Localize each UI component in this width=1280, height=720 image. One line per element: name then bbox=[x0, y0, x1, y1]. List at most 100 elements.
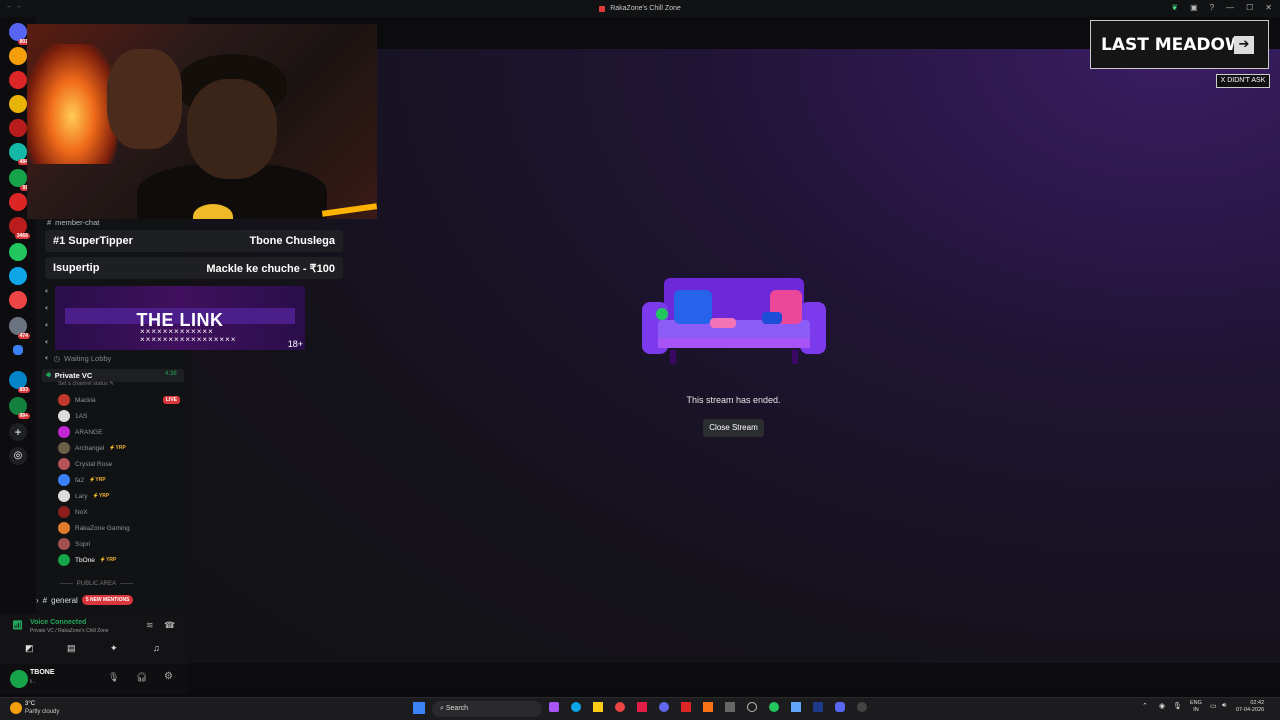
close-window-button[interactable]: ✕ bbox=[1265, 3, 1272, 12]
close-stream-button[interactable]: Close Stream bbox=[703, 419, 764, 437]
voice-member[interactable]: Lary ⚡YRP bbox=[58, 490, 180, 502]
server-icon[interactable] bbox=[9, 71, 27, 89]
settings-icon[interactable] bbox=[747, 702, 757, 712]
mic-icon[interactable]: 🎙︎ bbox=[108, 672, 119, 683]
divider: ─── bbox=[120, 581, 133, 587]
inbox-icon[interactable]: ▣ bbox=[1190, 3, 1198, 12]
age-badge: 18+ bbox=[287, 339, 303, 349]
language-indicator[interactable]: ENG IN bbox=[1190, 700, 1202, 714]
discord-icon[interactable] bbox=[835, 702, 845, 712]
direct-messages-icon[interactable]: 801 bbox=[9, 23, 30, 45]
mic-tray-icon[interactable]: 🎙︎ bbox=[1173, 702, 1182, 710]
mentions-badge[interactable]: 5 NEW MENTIONS bbox=[81, 595, 134, 605]
back-icon[interactable]: ← → bbox=[6, 3, 22, 10]
dismiss-ad-button[interactable]: X DIDN'T ASK bbox=[1216, 74, 1270, 88]
app-icon[interactable] bbox=[791, 702, 801, 712]
server-icon[interactable] bbox=[9, 193, 27, 211]
server-icon[interactable] bbox=[9, 291, 27, 309]
voice-member[interactable]: Archangel ⚡YRP bbox=[58, 442, 180, 454]
edge-icon[interactable] bbox=[571, 702, 581, 712]
voice-member[interactable]: fa2 ⚡YRP bbox=[58, 474, 180, 486]
member-name: Sopri bbox=[75, 540, 91, 548]
chrome-icon[interactable] bbox=[615, 702, 625, 712]
activities-icon[interactable]: ✦ bbox=[110, 643, 118, 654]
hash-icon: # bbox=[42, 595, 48, 605]
app-icon[interactable] bbox=[857, 702, 867, 712]
sofa-front bbox=[658, 338, 810, 348]
voice-channel[interactable]: 🔈︎ bbox=[45, 303, 50, 313]
settings-gear-icon[interactable]: ⚙ bbox=[164, 671, 173, 682]
taskbar-search[interactable]: ⌕ Search bbox=[432, 701, 542, 717]
voice-channel[interactable]: 🔈︎ bbox=[45, 320, 50, 330]
file-explorer-icon[interactable] bbox=[593, 702, 603, 712]
server-icon[interactable]: 484 bbox=[9, 143, 30, 165]
add-server-icon[interactable]: + bbox=[9, 423, 27, 441]
server-icon[interactable]: 893 bbox=[9, 371, 30, 393]
user-status: li... bbox=[30, 679, 37, 685]
noise-suppression-icon[interactable]: ≋ bbox=[146, 620, 154, 631]
server-icon[interactable]: 91 bbox=[9, 169, 30, 191]
channel-waiting-lobby[interactable]: 🔈︎ ◷ Waiting Lobby bbox=[45, 353, 111, 363]
windows-start-icon[interactable] bbox=[413, 702, 425, 714]
server-icon[interactable] bbox=[9, 119, 27, 137]
steam-icon[interactable] bbox=[813, 702, 823, 712]
server-icon[interactable] bbox=[9, 267, 27, 285]
app-icon[interactable] bbox=[549, 702, 559, 712]
camera-off-icon[interactable]: ◩ bbox=[25, 643, 34, 654]
channel-general[interactable]: › # general 5 NEW MENTIONS bbox=[36, 595, 134, 605]
app-icon[interactable] bbox=[681, 702, 691, 712]
voice-member[interactable]: Mackla LIVE bbox=[58, 394, 180, 406]
avatar bbox=[58, 410, 70, 422]
server-icon[interactable]: 99+ bbox=[9, 397, 30, 419]
channel-member-chat[interactable]: # member-chat bbox=[47, 218, 99, 227]
weather-icon[interactable] bbox=[10, 702, 22, 714]
channel-status[interactable]: Set a channel status ✎ bbox=[58, 381, 114, 387]
leaf-icon[interactable]: ❦ bbox=[1171, 3, 1178, 12]
taskbar: 3°C Partly cloudy ⌕ Search ⌃ ◉ 🎙︎ ENG IN… bbox=[0, 697, 1280, 720]
network-icon[interactable]: ▭ bbox=[1210, 702, 1217, 710]
voice-member[interactable]: ARANGE bbox=[58, 426, 180, 438]
voice-location[interactable]: Private VC / RakaZone's Chill Zone bbox=[30, 628, 109, 634]
tip-label: Isupertip bbox=[53, 262, 100, 274]
chrome-icon[interactable] bbox=[769, 702, 779, 712]
voice-member[interactable]: Crystal Rose bbox=[58, 458, 180, 470]
server-icon[interactable]: 474 bbox=[9, 317, 30, 339]
server-icon[interactable] bbox=[9, 47, 27, 65]
maximize-button[interactable]: ☐ bbox=[1246, 3, 1253, 12]
voice-member[interactable]: NoX bbox=[58, 506, 180, 518]
disconnect-icon[interactable]: ☎ bbox=[164, 620, 175, 631]
voice-channel[interactable]: 🔈︎ bbox=[45, 286, 50, 296]
soundboard-icon[interactable]: ♫ bbox=[153, 643, 160, 653]
voice-member[interactable]: RakaZone Gaming bbox=[58, 522, 180, 534]
voice-member[interactable]: Sopri bbox=[58, 538, 180, 550]
server-icon[interactable] bbox=[9, 95, 27, 113]
last-meadow-ad[interactable]: LAST MEADOW ➔ bbox=[1090, 20, 1269, 69]
brave-icon[interactable] bbox=[703, 702, 713, 712]
badge: 893 bbox=[17, 387, 30, 393]
app-icon[interactable] bbox=[659, 702, 669, 712]
avatar[interactable] bbox=[10, 670, 28, 688]
minimize-button[interactable]: — bbox=[1226, 3, 1234, 12]
server-icon[interactable]: 3466 bbox=[9, 217, 30, 239]
headphones-icon[interactable]: 🎧︎ bbox=[136, 672, 147, 683]
channel-name: Private VC bbox=[54, 370, 93, 380]
clock[interactable]: 02:42 07-04-2026 bbox=[1236, 700, 1264, 714]
app-icon[interactable] bbox=[725, 702, 735, 712]
server-icon[interactable] bbox=[9, 243, 27, 261]
public-area-category[interactable]: ─── PUBLIC AREA ─── bbox=[60, 581, 133, 587]
valorant-icon[interactable] bbox=[637, 702, 647, 712]
tray-chevron-icon[interactable]: ⌃ bbox=[1142, 702, 1148, 710]
voice-member[interactable]: TbOne ⚡YRP bbox=[58, 554, 180, 566]
voice-channel[interactable]: 🔈︎ bbox=[45, 337, 50, 347]
folder-icon[interactable] bbox=[13, 345, 23, 355]
region-code: IN bbox=[1193, 707, 1199, 713]
avatar bbox=[58, 474, 70, 486]
tray-icon[interactable]: ◉ bbox=[1159, 702, 1165, 710]
voice-member[interactable]: 1AS bbox=[58, 410, 180, 422]
help-icon[interactable]: ? bbox=[1210, 3, 1214, 12]
explore-icon[interactable]: ◎ bbox=[9, 447, 27, 465]
voice-status[interactable]: Voice Connected bbox=[30, 619, 86, 626]
volume-icon[interactable]: 🔊︎ bbox=[1222, 702, 1226, 710]
screen-share-icon[interactable]: ▤ bbox=[67, 643, 76, 654]
member-name: fa2 bbox=[75, 476, 85, 484]
